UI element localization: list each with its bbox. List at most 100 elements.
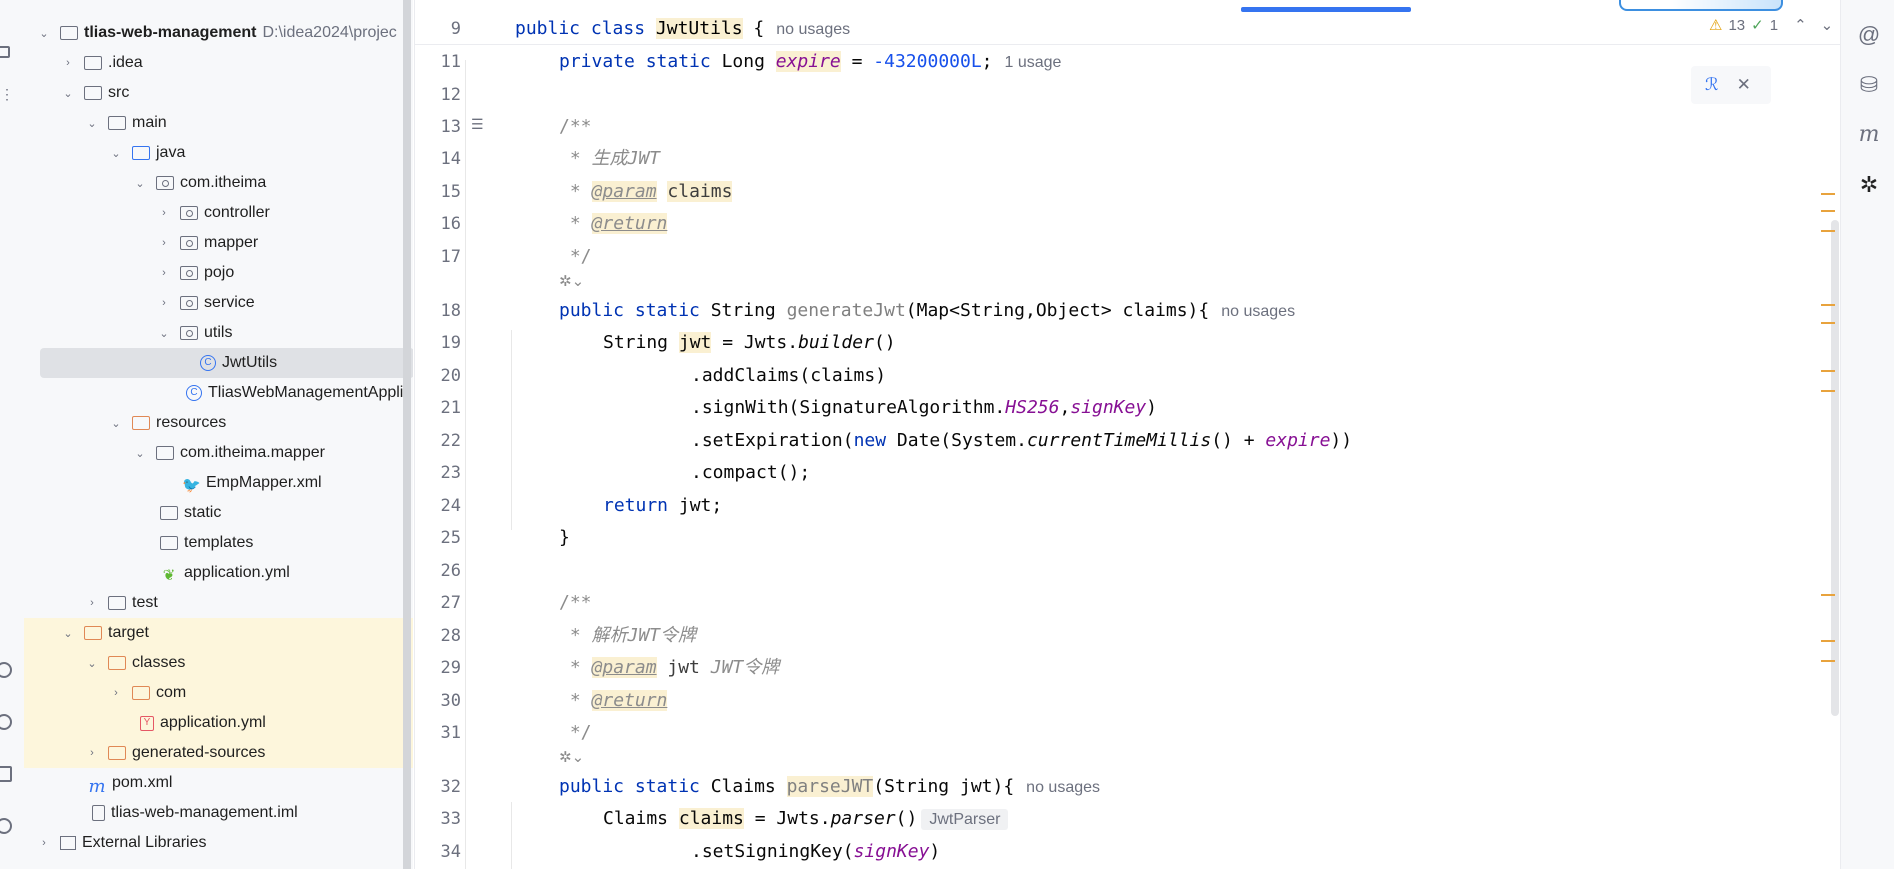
chevron-down-icon[interactable]: ⌄: [134, 447, 146, 460]
tree-item-idea[interactable]: › .idea: [24, 48, 413, 78]
warning-marker[interactable]: [1821, 370, 1835, 372]
tree-item-main[interactable]: ⌄ main: [24, 108, 413, 138]
tree-item-pom[interactable]: m pom.xml: [24, 768, 413, 798]
toolbar-button[interactable]: [1619, 0, 1783, 11]
chevron-right-icon[interactable]: ›: [86, 597, 98, 609]
structure-icon[interactable]: [0, 46, 10, 58]
warning-marker[interactable]: [1821, 193, 1835, 195]
line-number: 22: [440, 431, 461, 451]
ai-generate-icon[interactable]: ✲⌄: [559, 748, 584, 766]
chevron-right-icon[interactable]: ›: [86, 747, 98, 759]
more-icon[interactable]: ⋮: [0, 86, 14, 103]
warning-marker[interactable]: [1821, 322, 1835, 324]
tree-item-label: com: [156, 684, 187, 701]
tree-item-application-yml[interactable]: ❦ application.yml: [24, 558, 413, 588]
chevron-down-icon[interactable]: ⌄: [38, 27, 50, 40]
tree-item-label: main: [132, 114, 167, 131]
excluded-folder-icon: [108, 656, 126, 670]
chevron-right-icon[interactable]: ›: [158, 207, 170, 219]
chevron-right-icon[interactable]: ›: [110, 687, 122, 699]
tree-item-templates[interactable]: templates: [24, 528, 413, 558]
code-editor[interactable]: 9 public class JwtUtils {no usages ⚠ 13 ✓…: [414, 0, 1841, 869]
tree-root[interactable]: ⌄ tlias-web-management D:\idea2024\proje…: [24, 18, 413, 48]
database-icon[interactable]: ⛁: [1856, 72, 1882, 98]
chevron-up-icon[interactable]: ⌃: [1794, 16, 1807, 34]
tree-item-java[interactable]: ⌄ java: [24, 138, 413, 168]
warning-marker[interactable]: [1821, 660, 1835, 662]
inspection-status[interactable]: ⚠ 13 ✓ 1 ⌃ ⌄: [1709, 16, 1833, 35]
tree-item-resources[interactable]: ⌄ resources: [24, 408, 413, 438]
tree-item-empmapper[interactable]: 🐦 EmpMapper.xml: [24, 468, 413, 498]
tree-item-controller[interactable]: › controller: [24, 198, 413, 228]
indent-guide: [511, 802, 512, 869]
tree-item-static[interactable]: static: [24, 498, 413, 528]
run-icon[interactable]: [0, 714, 12, 730]
line-number: 23: [440, 463, 461, 483]
tree-item-jwtutils[interactable]: C JwtUtils: [40, 348, 413, 378]
tree-scrollbar[interactable]: [403, 0, 411, 869]
chevron-right-icon[interactable]: ›: [158, 297, 170, 309]
tree-item-target[interactable]: ⌄ target: [24, 618, 413, 648]
excluded-folder-icon: [108, 746, 126, 760]
commit-icon[interactable]: [0, 662, 12, 678]
tree-item-label: TliasWebManagementApplic: [208, 384, 412, 401]
close-icon[interactable]: ✕: [1737, 75, 1751, 95]
line-number: 32: [440, 777, 461, 797]
reader-mode-icon[interactable]: ℛ: [1705, 75, 1719, 95]
tree-item-service[interactable]: › service: [24, 288, 413, 318]
chevron-down-icon[interactable]: ⌄: [110, 417, 122, 430]
chevron-down-icon[interactable]: ⌄: [134, 177, 146, 190]
chevron-right-icon[interactable]: ›: [158, 267, 170, 279]
chevron-right-icon[interactable]: ›: [158, 237, 170, 249]
code-line-18: public static String generateJwt(Map<Str…: [559, 300, 1296, 321]
tree-item-com[interactable]: › com: [24, 678, 413, 708]
tree-item-package-itheima[interactable]: ⌄ com.itheima: [24, 168, 413, 198]
chevron-down-icon[interactable]: ⌄: [62, 627, 74, 640]
line-number: 15: [440, 182, 461, 202]
plugin-icon[interactable]: ✲: [1856, 172, 1882, 198]
code-line-24: return jwt;: [603, 495, 723, 516]
tree-item-label: src: [108, 84, 130, 101]
warning-marker[interactable]: [1821, 390, 1835, 392]
tree-item-label: application.yml: [160, 714, 266, 731]
source-folder-icon: [132, 146, 150, 160]
warning-marker[interactable]: [1821, 230, 1835, 232]
chevron-right-icon[interactable]: ›: [38, 837, 50, 849]
code-line-30: * @return: [559, 690, 668, 711]
warning-marker[interactable]: [1821, 594, 1835, 596]
tree-item-mapper[interactable]: › mapper: [24, 228, 413, 258]
warning-marker[interactable]: [1821, 210, 1835, 212]
tree-item-external-libraries[interactable]: › External Libraries: [24, 828, 413, 858]
ai-generate-icon[interactable]: ✲⌄: [559, 272, 584, 290]
tree-item-application-class[interactable]: C TliasWebManagementApplic: [24, 378, 413, 408]
chevron-down-icon[interactable]: ⌄: [86, 117, 98, 130]
package-icon: [180, 296, 198, 310]
warning-marker[interactable]: [1821, 640, 1835, 642]
left-tool-strip: ⋮: [0, 0, 25, 869]
tree-item-src[interactable]: ⌄ src: [24, 78, 413, 108]
tree-item-target-application-yml[interactable]: Y application.yml: [24, 708, 413, 738]
tree-item-label: mapper: [204, 234, 259, 251]
chevron-right-icon[interactable]: ›: [62, 57, 74, 69]
chevron-down-icon[interactable]: ⌄: [158, 327, 170, 340]
tree-item-pojo[interactable]: › pojo: [24, 258, 413, 288]
problems-icon[interactable]: [0, 818, 12, 834]
chevron-down-icon[interactable]: ⌄: [62, 87, 74, 100]
code-line-32: public static Claims parseJWT(String jwt…: [559, 776, 1101, 797]
tree-item-utils[interactable]: ⌄ utils: [24, 318, 413, 348]
tree-item-iml[interactable]: tlias-web-management.iml: [24, 798, 413, 828]
terminal-icon[interactable]: [0, 766, 12, 782]
warning-marker[interactable]: [1821, 304, 1835, 306]
floating-toolbar: ℛ ✕: [1691, 66, 1771, 104]
tree-item-generated-sources[interactable]: › generated-sources: [24, 738, 413, 768]
render-doc-icon[interactable]: ☰: [471, 116, 484, 133]
chevron-down-icon[interactable]: ⌄: [110, 147, 122, 160]
chevron-down-icon[interactable]: ⌄: [86, 657, 98, 670]
line-number: 11: [440, 52, 461, 72]
line-number: 34: [440, 842, 461, 862]
maven-icon[interactable]: m: [1856, 122, 1882, 148]
tree-item-mapper-dir[interactable]: ⌄ com.itheima.mapper: [24, 438, 413, 468]
tree-item-classes[interactable]: ⌄ classes: [24, 648, 413, 678]
tree-item-test[interactable]: › test: [24, 588, 413, 618]
ai-assistant-icon[interactable]: @: [1856, 22, 1882, 48]
